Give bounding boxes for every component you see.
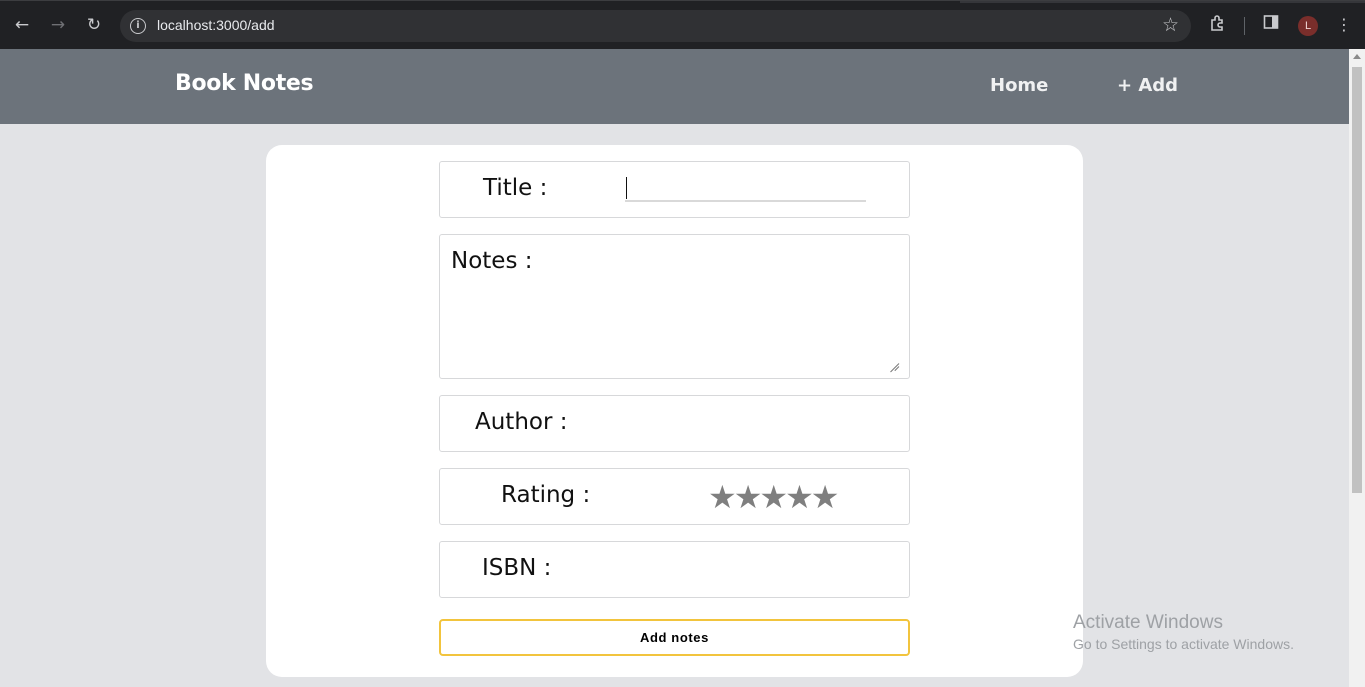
isbn-label: ISBN :	[482, 555, 552, 581]
rating-label: Rating :	[501, 482, 591, 508]
extensions-icon[interactable]	[1207, 14, 1229, 36]
author-label: Author :	[475, 409, 568, 435]
page-scrollbar[interactable]	[1349, 49, 1365, 687]
author-field[interactable]: Author :	[439, 395, 910, 452]
watermark-subtitle: Go to Settings to activate Windows.	[1073, 636, 1294, 652]
scroll-up-arrow-icon[interactable]	[1353, 54, 1361, 59]
bookmark-star-icon[interactable]: ☆	[1162, 14, 1179, 36]
notes-textarea[interactable]: Notes :	[439, 234, 910, 379]
reload-icon[interactable]: ↻	[83, 14, 105, 36]
toolbar-separator	[1244, 17, 1245, 35]
site-info-icon[interactable]: i	[130, 18, 146, 34]
back-arrow-icon[interactable]: ←	[11, 14, 33, 36]
scrollbar-thumb[interactable]	[1352, 67, 1362, 493]
forward-arrow-icon[interactable]: →	[47, 14, 69, 36]
rating-field: Rating : ★★★★★	[439, 468, 910, 525]
nav-add-link[interactable]: + Add	[1117, 75, 1178, 96]
windows-activation-watermark: Activate Windows Go to Settings to activ…	[1073, 612, 1294, 652]
kebab-menu-icon[interactable]: ⋮	[1333, 14, 1355, 36]
profile-avatar[interactable]: L	[1298, 16, 1318, 36]
title-field: Title :	[439, 161, 910, 218]
page-viewport: Book Notes Home + Add Title : Notes : Au…	[0, 49, 1349, 687]
resize-grip-icon[interactable]	[889, 358, 900, 373]
isbn-field[interactable]: ISBN :	[439, 541, 910, 598]
browser-toolbar: ← → ↻ i localhost:3000/add ☆ L ⋮	[0, 0, 1365, 49]
watermark-title: Activate Windows	[1073, 612, 1223, 633]
nav-home-link[interactable]: Home	[990, 75, 1048, 96]
notes-label: Notes :	[451, 248, 533, 274]
star-rating-icon[interactable]: ★★★★★	[708, 478, 839, 516]
app-navbar: Book Notes Home + Add	[0, 49, 1349, 124]
address-bar[interactable]: i localhost:3000/add ☆	[120, 10, 1191, 42]
title-input[interactable]	[625, 175, 866, 202]
tab-strip-edge	[960, 1, 1365, 3]
side-panel-icon[interactable]	[1260, 14, 1282, 36]
add-note-card: Title : Notes : Author : Rating : ★★★★★ …	[266, 145, 1083, 677]
add-notes-button[interactable]: Add notes	[439, 619, 910, 656]
text-caret	[626, 177, 627, 199]
brand-logo[interactable]: Book Notes	[175, 71, 314, 96]
url-text: localhost:3000/add	[157, 17, 275, 33]
title-label: Title :	[483, 175, 548, 201]
